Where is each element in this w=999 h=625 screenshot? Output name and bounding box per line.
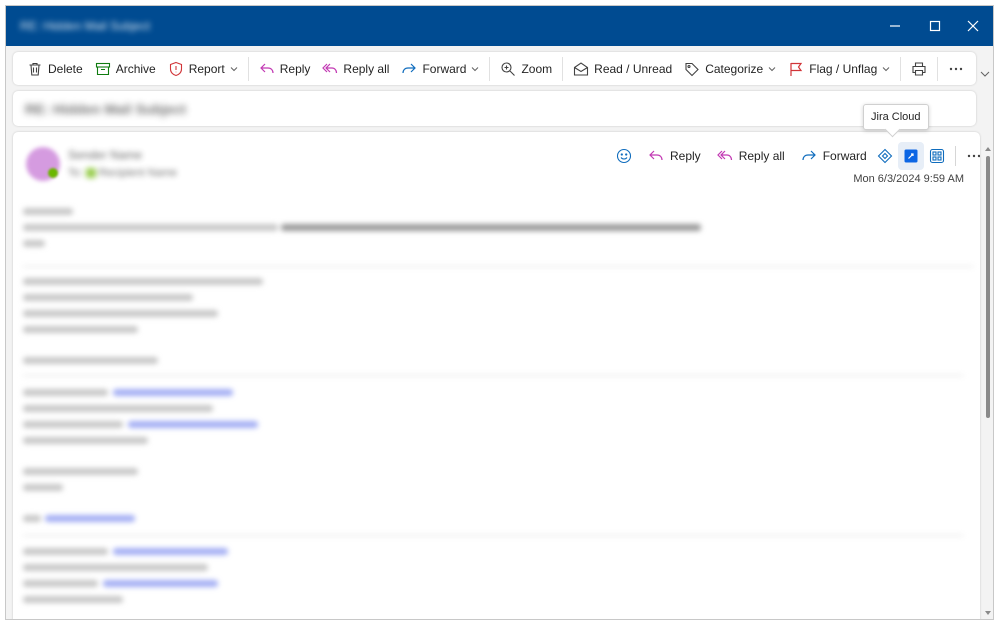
scroll-up-icon[interactable]: [984, 146, 992, 152]
apps-grid-icon: [929, 148, 944, 164]
reply-label: Reply: [279, 61, 311, 76]
scrollbar-thumb[interactable]: [986, 156, 990, 418]
more-horizontal-icon: [967, 154, 980, 158]
reply-icon: [649, 150, 663, 161]
delete-button[interactable]: Delete: [21, 55, 89, 82]
reply-all-label: Reply all: [343, 61, 390, 76]
recipients-line: To: Recipient Name: [68, 167, 177, 179]
addin-diamond-button[interactable]: [872, 142, 898, 170]
forward-icon: [402, 63, 417, 73]
email-window: RE: Hidden Mail Subject Delete Archive R…: [5, 5, 994, 620]
flag-icon: [790, 62, 803, 76]
close-button[interactable]: [953, 6, 993, 46]
tag-icon: [685, 62, 699, 76]
ribbon-divider: [562, 56, 564, 81]
message-forward-button[interactable]: Forward: [796, 142, 872, 170]
envelope-open-icon: [574, 61, 589, 76]
categorize-button[interactable]: Categorize: [678, 55, 782, 82]
apps-button[interactable]: [924, 142, 950, 170]
window-title: RE: Hidden Mail Subject: [20, 19, 151, 33]
message-reply-all-button[interactable]: Reply all: [712, 142, 790, 170]
ribbon-divider: [247, 56, 249, 81]
reply-all-button[interactable]: Reply all: [316, 55, 395, 82]
actions-divider: [954, 146, 956, 166]
more-options-button[interactable]: [942, 55, 970, 82]
forward-label: Forward: [422, 61, 467, 76]
react-button[interactable]: [611, 142, 637, 170]
chevron-down-icon: [230, 66, 238, 71]
reply-icon: [259, 63, 274, 73]
message-reply-button[interactable]: Reply: [643, 142, 706, 170]
maximize-button[interactable]: [915, 6, 955, 46]
diamond-addin-icon: [877, 148, 893, 164]
reading-pane: Sender Name To: Recipient Name Reply Rep…: [13, 132, 980, 619]
message-actions: Reply Reply all Forward: [611, 142, 980, 170]
zoom-button[interactable]: Zoom: [494, 55, 558, 82]
zoom-label: Zoom: [521, 61, 553, 76]
read-unread-button[interactable]: Read / Unread: [567, 55, 678, 82]
delete-label: Delete: [48, 61, 83, 76]
message-date: Mon 6/3/2024 9:59 AM: [853, 173, 964, 185]
ribbon-expand-chevron-icon[interactable]: [980, 70, 990, 78]
printer-icon: [912, 61, 926, 76]
ribbon-divider: [937, 56, 939, 81]
recipient-name[interactable]: Recipient Name: [99, 167, 177, 179]
close-icon: [967, 20, 979, 32]
reply-all-icon: [716, 150, 732, 161]
jira-cloud-icon: [904, 149, 918, 163]
archive-icon: [95, 62, 110, 75]
email-subject: RE: Hidden Mail Subject: [25, 101, 187, 117]
reply-all-icon: [322, 63, 338, 73]
read-unread-label: Read / Unread: [594, 61, 673, 76]
message-body: [23, 200, 973, 619]
jira-cloud-tooltip: Jira Cloud: [863, 104, 929, 130]
flag-unflag-label: Flag / Unflag: [809, 61, 878, 76]
more-horizontal-icon: [950, 67, 963, 70]
forward-icon: [802, 150, 816, 161]
maximize-icon: [929, 20, 941, 32]
message-forward-label: Forward: [822, 149, 867, 163]
forward-button[interactable]: Forward: [395, 55, 485, 82]
scroll-down-icon[interactable]: [984, 610, 992, 616]
smiley-icon: [616, 148, 632, 164]
archive-label: Archive: [115, 61, 156, 76]
zoom-icon: [501, 61, 516, 76]
message-reply-label: Reply: [670, 149, 701, 163]
archive-button[interactable]: Archive: [89, 55, 162, 82]
chevron-down-icon: [882, 66, 890, 71]
print-button[interactable]: [905, 55, 933, 82]
vertical-scrollbar[interactable]: [984, 146, 992, 618]
report-label: Report: [188, 61, 225, 76]
shield-warning-icon: [169, 61, 182, 76]
chevron-down-icon: [472, 66, 479, 71]
sender-name[interactable]: Sender Name: [68, 148, 142, 162]
ribbon-toolbar: Delete Archive Report Reply Reply all Fo…: [13, 52, 976, 85]
presence-indicator: [48, 168, 58, 178]
title-bar: RE: Hidden Mail Subject: [6, 6, 993, 46]
trash-icon: [29, 62, 41, 76]
report-button[interactable]: Report: [162, 55, 244, 82]
reply-button[interactable]: Reply: [253, 55, 317, 82]
jira-cloud-button[interactable]: [897, 142, 924, 170]
ribbon-divider: [900, 56, 902, 81]
categorize-label: Categorize: [705, 61, 764, 76]
flag-unflag-button[interactable]: Flag / Unflag: [782, 55, 896, 82]
subject-bar: RE: Hidden Mail Subject: [13, 91, 976, 126]
message-more-button[interactable]: [961, 142, 980, 170]
ribbon-divider: [489, 56, 491, 81]
message-reply-all-label: Reply all: [738, 149, 785, 163]
minimize-button[interactable]: [875, 6, 915, 46]
chevron-down-icon: [768, 66, 776, 71]
minimize-icon: [890, 25, 900, 27]
